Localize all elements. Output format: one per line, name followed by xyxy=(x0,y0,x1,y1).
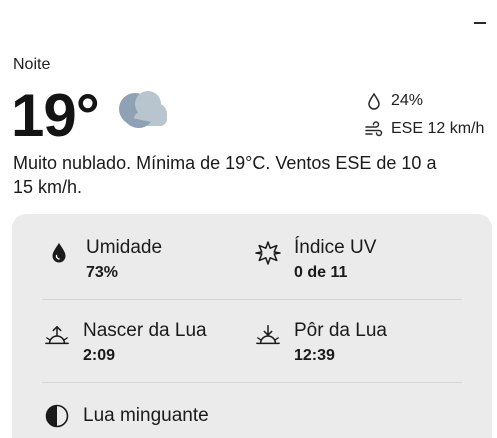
wind-stat: ESE 12 km/h xyxy=(364,119,484,139)
current-temperature: 19° xyxy=(11,82,100,149)
humidity-detail: Umidade 73% xyxy=(47,236,162,283)
wind-value: ESE 12 km/h xyxy=(391,120,485,137)
moonset-detail: Pôr da Lua 12:39 xyxy=(255,319,387,366)
moonset-icon xyxy=(255,323,281,349)
moonrise-icon xyxy=(44,323,70,349)
moonrise-detail: Nascer da Lua 2:09 xyxy=(44,319,207,366)
moon-phase-icon xyxy=(44,403,70,429)
uv-index-value: 0 de 11 xyxy=(294,264,348,281)
moonset-value: 12:39 xyxy=(294,347,335,364)
humidity-label: Umidade xyxy=(86,237,163,258)
minimize-button[interactable] xyxy=(474,22,486,24)
humidity-value: 73% xyxy=(86,264,119,281)
uv-index-label: Índice UV xyxy=(294,237,377,258)
divider xyxy=(42,299,462,300)
droplet-icon xyxy=(47,240,73,266)
moonrise-label: Nascer da Lua xyxy=(83,320,207,341)
precipitation-stat: 24% xyxy=(364,91,423,111)
weather-panel: Noite 19° 24% ESE 12 km/h Muito nublado.… xyxy=(0,0,497,438)
droplet-icon xyxy=(364,91,384,111)
moonset-label: Pôr da Lua xyxy=(294,320,387,341)
moonrise-value: 2:09 xyxy=(83,347,116,364)
precipitation-value: 24% xyxy=(391,92,424,109)
uv-index-detail: Índice UV 0 de 11 xyxy=(255,236,376,283)
sun-outline-icon xyxy=(255,240,281,266)
moon-phase-detail: Lua minguante xyxy=(44,403,209,429)
forecast-summary: Muito nublado. Mínima de 19°C. Ventos ES… xyxy=(13,153,437,197)
moon-phase-label: Lua minguante xyxy=(83,405,209,426)
divider xyxy=(42,382,462,383)
cloudy-night-icon xyxy=(114,84,170,136)
period-label: Noite xyxy=(13,56,51,73)
wind-icon xyxy=(364,119,384,139)
